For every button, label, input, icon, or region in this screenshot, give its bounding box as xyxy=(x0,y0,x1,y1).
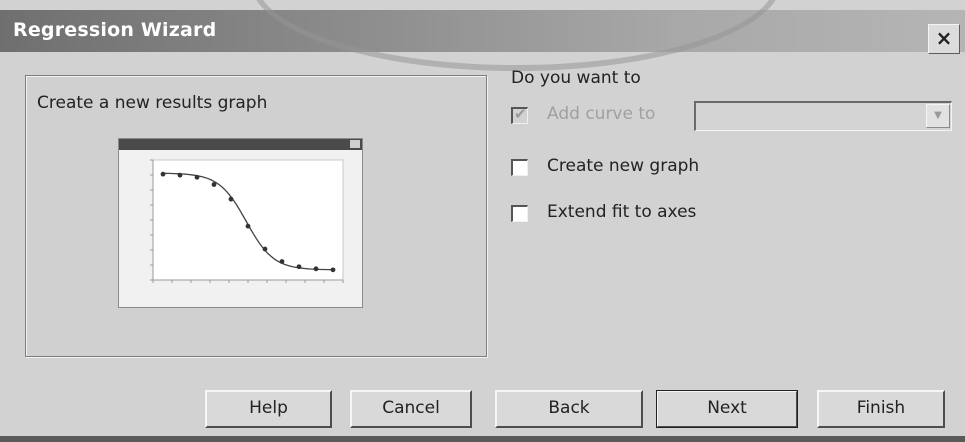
data-point-1 xyxy=(160,171,166,177)
data-point-6 xyxy=(245,223,251,229)
title-bar[interactable]: Regression Wizard × xyxy=(0,0,965,71)
data-point-7 xyxy=(262,246,268,252)
add-curve-checkbox[interactable]: ✔ xyxy=(511,105,528,124)
chevron-down-icon: ▼ xyxy=(934,110,942,121)
checkmark-icon: ✔ xyxy=(514,105,527,123)
data-point-2 xyxy=(177,172,183,178)
extend-fit-checkbox[interactable] xyxy=(511,205,528,222)
extend-fit-label: Extend fit to axes xyxy=(547,202,697,222)
preview-title: Create a new results graph xyxy=(37,93,268,113)
data-point-10 xyxy=(313,266,319,272)
preview-panel: Create a new results graph xyxy=(25,75,487,357)
options-heading: Do you want to xyxy=(511,68,641,88)
data-point-11 xyxy=(330,267,336,273)
next-button[interactable]: Next xyxy=(656,390,798,428)
close-button[interactable]: × xyxy=(928,24,960,54)
data-point-4 xyxy=(211,182,217,187)
finish-button[interactable]: Finish xyxy=(817,390,945,428)
create-new-graph-checkbox[interactable] xyxy=(511,159,528,176)
help-button[interactable]: Help xyxy=(205,390,332,428)
thumbnail-close-icon xyxy=(350,140,360,148)
graph-select-combo[interactable]: ▼ xyxy=(694,101,952,131)
graph-thumbnail xyxy=(118,138,363,308)
regression-wizard-dialog: Regression Wizard × Create a new results… xyxy=(0,0,965,442)
watermark-seal xyxy=(250,0,782,71)
create-new-graph-label: Create new graph xyxy=(547,156,700,176)
data-point-3 xyxy=(194,174,200,180)
thumbnail-chart xyxy=(150,159,344,283)
window-title: Regression Wizard xyxy=(13,19,217,41)
thumbnail-title-bar xyxy=(119,139,362,150)
add-curve-label: Add curve to xyxy=(547,104,656,124)
close-icon: × xyxy=(935,26,953,50)
data-point-8 xyxy=(279,259,285,264)
plot-area xyxy=(152,159,344,281)
bottom-edge xyxy=(0,436,965,442)
cancel-button[interactable]: Cancel xyxy=(350,390,472,428)
data-point-5 xyxy=(228,196,234,202)
back-button[interactable]: Back xyxy=(495,390,643,428)
dropdown-arrow-icon[interactable]: ▼ xyxy=(926,104,950,128)
data-point-9 xyxy=(296,264,302,270)
